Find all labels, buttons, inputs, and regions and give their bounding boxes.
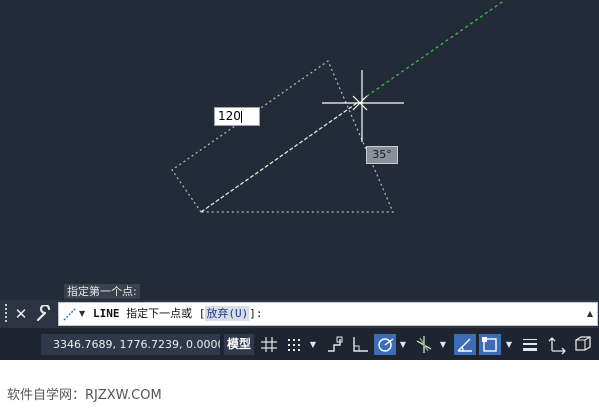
command-bar-grip[interactable]	[4, 304, 8, 324]
object-snap-icon[interactable]	[479, 334, 501, 355]
prompt-text: 指定下一点或 [	[126, 307, 206, 320]
workspace-icon[interactable]	[572, 334, 594, 355]
close-icon[interactable]: ✕	[13, 305, 29, 323]
lineweight-icon[interactable]	[519, 334, 541, 355]
drawing-canvas[interactable]: 120 35°	[0, 0, 599, 300]
polar-tracking-line	[356, 0, 506, 104]
model-space-button[interactable]: 模型	[224, 334, 254, 355]
canvas-graphics	[171, 0, 506, 213]
line-command-icon	[61, 306, 79, 322]
coordinate-readout[interactable]: 3346.7689, 1776.7239, 0.0000	[41, 334, 220, 355]
object-snap-dropdown-icon[interactable]: ▼	[504, 334, 514, 355]
grid-icon[interactable]	[258, 334, 280, 355]
footer: 软件自学网：RJZXW.COM	[0, 360, 599, 409]
command-history-line: 指定第一个点:	[64, 284, 140, 299]
recent-commands-dropdown[interactable]: ▼	[79, 308, 89, 320]
isodraft-dropdown-icon[interactable]: ▼	[438, 334, 448, 355]
undo-option[interactable]: 放弃(U)	[205, 306, 250, 321]
history-up-icon[interactable]: ▲	[587, 309, 593, 318]
command-name: LINE	[93, 307, 120, 320]
crosshair-cursor	[322, 70, 404, 142]
ortho-icon[interactable]	[349, 334, 371, 355]
prompt-suffix: ]:	[249, 307, 263, 320]
polar-angle-tooltip: 35°	[366, 146, 398, 164]
polar-tracking-icon[interactable]	[374, 334, 396, 355]
watermark-text: 软件自学网：RJZXW.COM	[7, 388, 162, 403]
dynamic-length-input[interactable]: 120	[214, 107, 260, 126]
annotation-scale-icon[interactable]	[546, 334, 568, 355]
polar-wedge-outline	[171, 60, 394, 213]
polar-dropdown-icon[interactable]: ▼	[398, 334, 408, 355]
wrench-icon[interactable]	[35, 303, 53, 323]
snap-dropdown-icon[interactable]: ▼	[308, 334, 318, 355]
infer-constraints-icon[interactable]	[324, 334, 346, 355]
object-snap-tracking-icon[interactable]	[454, 334, 476, 355]
isodraft-icon[interactable]	[413, 334, 435, 355]
snap-icon[interactable]	[283, 334, 305, 355]
command-prompt: LINE 指定下一点或 [放弃(U)]:	[93, 303, 263, 325]
command-input[interactable]: ▼ LINE 指定下一点或 [放弃(U)]: ▲	[58, 302, 598, 326]
